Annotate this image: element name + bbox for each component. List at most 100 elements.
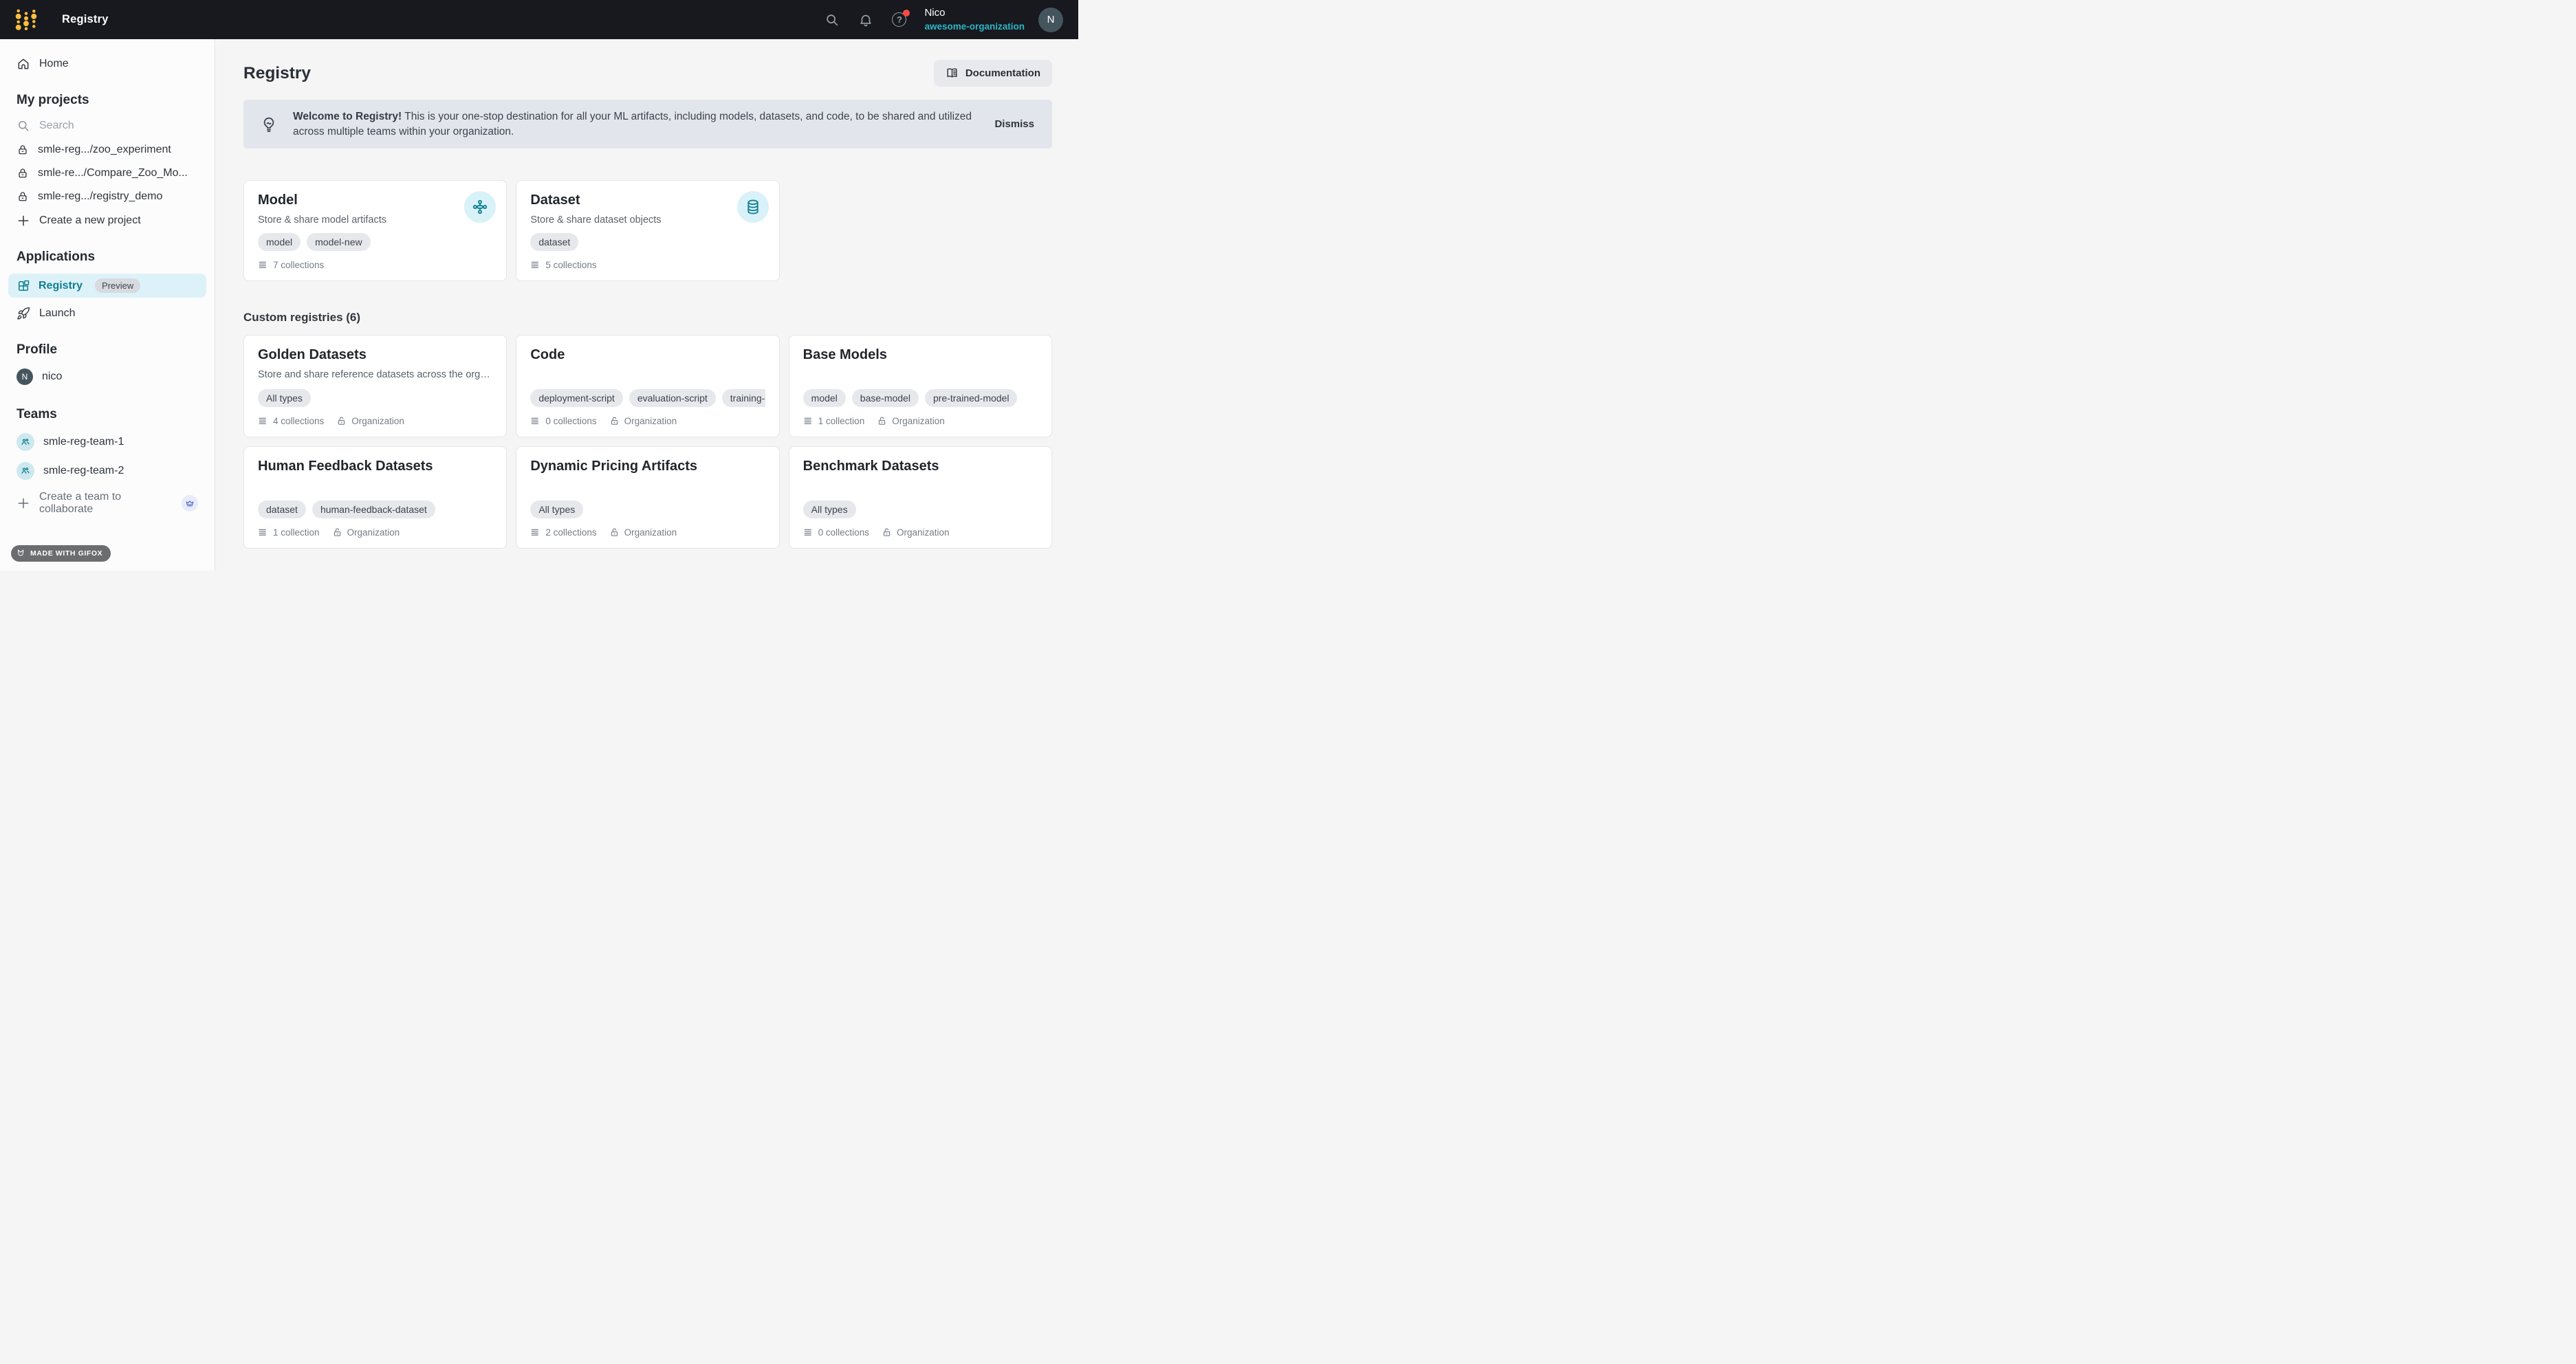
team-avatar	[17, 433, 34, 451]
notifications-bell-icon[interactable]	[858, 12, 873, 28]
sidebar-item-label: Home	[39, 58, 69, 70]
card-description: Store and share reference datasets acros…	[258, 369, 492, 380]
collections-count: 1 collection	[258, 527, 320, 538]
sidebar-item-home[interactable]: Home	[0, 52, 215, 76]
registry-card-human-feedback-datasets[interactable]: Human Feedback Datasets dataset human-fe…	[243, 446, 507, 549]
upgrade-crown-badge	[182, 495, 198, 512]
collections-icon	[258, 260, 268, 270]
crown-icon	[185, 498, 195, 508]
sidebar-team-item[interactable]: smle-reg-team-2	[0, 456, 215, 485]
project-search-input[interactable]: Search	[0, 113, 215, 138]
user-menu[interactable]: Nico awesome-organization	[924, 6, 1025, 32]
create-project-label: Create a new project	[39, 214, 141, 227]
custom-registries-heading: Custom registries (6)	[243, 311, 1052, 324]
tag: evaluation-script	[629, 389, 716, 407]
main-content: Registry Documentation Welcome to Regist…	[215, 39, 1078, 571]
unlock-icon	[877, 416, 887, 426]
tag: model	[258, 233, 301, 251]
visibility-scope: Organization	[609, 527, 677, 538]
card-title: Base Models	[803, 347, 1038, 363]
fox-icon	[17, 549, 26, 558]
unlock-icon	[609, 527, 620, 538]
tag: All types	[258, 389, 311, 407]
collections-count: 0 collections	[803, 527, 869, 538]
card-title: Dynamic Pricing Artifacts	[530, 459, 765, 474]
wandb-logo-icon[interactable]	[15, 8, 37, 32]
documentation-label: Documentation	[965, 67, 1040, 79]
top-navbar: Registry ? Nico awesome-organization N	[0, 0, 1078, 39]
card-title: Benchmark Datasets	[803, 459, 1038, 474]
made-with-gifox-badge: MADE WITH GIFOX	[11, 545, 111, 562]
sidebar-project-item[interactable]: smle-re.../Compare_Zoo_Mo...	[0, 162, 215, 185]
lock-icon	[17, 167, 29, 179]
tag: pre-trained-model	[925, 389, 1018, 407]
card-title: Golden Datasets	[258, 347, 492, 363]
search-placeholder: Search	[39, 120, 74, 132]
book-icon	[946, 67, 959, 80]
create-project-button[interactable]: Create a new project	[0, 208, 215, 233]
collections-icon	[530, 260, 541, 270]
tag: human-feedback-dataset	[312, 500, 435, 518]
custom-registries-grid: Golden Datasets Store and share referenc…	[243, 335, 1052, 549]
registry-card-base-models[interactable]: Base Models model base-model pre-trained…	[789, 335, 1052, 437]
registry-card-dynamic-pricing-artifacts[interactable]: Dynamic Pricing Artifacts All types 2 co…	[516, 446, 779, 549]
profile-avatar: N	[17, 368, 33, 385]
collections-icon	[803, 527, 814, 538]
tag: All types	[803, 500, 856, 518]
unlock-icon	[882, 527, 892, 538]
search-icon[interactable]	[825, 12, 840, 28]
card-title: Code	[530, 347, 765, 363]
create-team-button[interactable]: Create a team to collaborate	[0, 485, 215, 521]
tag: All types	[530, 500, 583, 518]
sidebar-team-item[interactable]: smle-reg-team-1	[0, 428, 215, 456]
people-icon	[20, 465, 31, 476]
profile-heading: Profile	[0, 337, 215, 363]
people-icon	[20, 437, 31, 448]
dismiss-button[interactable]: Dismiss	[994, 118, 1036, 130]
collections-icon	[258, 527, 268, 538]
welcome-banner: Welcome to Registry! This is your one-st…	[243, 100, 1052, 148]
registry-card-model[interactable]: Model Store & share model artifacts mode…	[243, 180, 507, 281]
applications-heading: Applications	[0, 244, 215, 270]
registry-card-code[interactable]: Code deployment-script evaluation-script…	[516, 335, 779, 437]
tag: training-code	[722, 389, 765, 407]
lock-icon	[17, 190, 29, 203]
create-team-label: Create a team to collaborate	[39, 491, 167, 516]
preview-badge: Preview	[95, 278, 140, 293]
card-tags: dataset	[530, 233, 765, 251]
navbar-title: Registry	[62, 13, 109, 26]
collections-count: 4 collections	[258, 416, 324, 426]
documentation-button[interactable]: Documentation	[934, 60, 1052, 87]
collections-count: 0 collections	[530, 416, 596, 426]
card-title: Model	[258, 192, 492, 208]
collections-count: 1 collection	[803, 416, 865, 426]
sidebar-item-profile[interactable]: N nico	[0, 363, 215, 390]
card-title: Human Feedback Datasets	[258, 459, 492, 474]
sidebar-item-registry[interactable]: Registry Preview	[8, 274, 206, 298]
project-name: smle-reg.../zoo_experiment	[38, 144, 171, 156]
collections-count: 7 collections	[258, 260, 324, 270]
sidebar-project-item[interactable]: smle-reg.../registry_demo	[0, 185, 215, 208]
tag: base-model	[852, 389, 919, 407]
sidebar: Home My projects Search smle-reg.../zoo_…	[0, 39, 215, 571]
user-name: Nico	[924, 6, 1025, 20]
my-projects-heading: My projects	[0, 87, 215, 113]
lightbulb-icon	[260, 116, 278, 133]
sidebar-item-launch[interactable]: Launch	[0, 301, 215, 326]
help-icon[interactable]: ?	[892, 12, 906, 27]
plus-icon	[17, 496, 30, 510]
card-title: Dataset	[530, 192, 765, 208]
registry-grid-icon	[17, 279, 30, 293]
user-avatar[interactable]: N	[1038, 8, 1063, 32]
registry-card-dataset[interactable]: Dataset Store & share dataset objects da…	[516, 180, 779, 281]
organization-link[interactable]: awesome-organization	[924, 21, 1025, 33]
profile-name: nico	[42, 371, 62, 383]
unlock-icon	[609, 416, 620, 426]
collections-icon	[530, 416, 541, 426]
registry-card-benchmark-datasets[interactable]: Benchmark Datasets All types 0 collectio…	[789, 446, 1052, 549]
card-tags: model model-new	[258, 233, 492, 251]
card-tags: All types	[803, 500, 1038, 518]
sidebar-project-item[interactable]: smle-reg.../zoo_experiment	[0, 138, 215, 162]
registry-card-golden-datasets[interactable]: Golden Datasets Store and share referenc…	[243, 335, 507, 437]
plus-icon	[17, 214, 30, 228]
